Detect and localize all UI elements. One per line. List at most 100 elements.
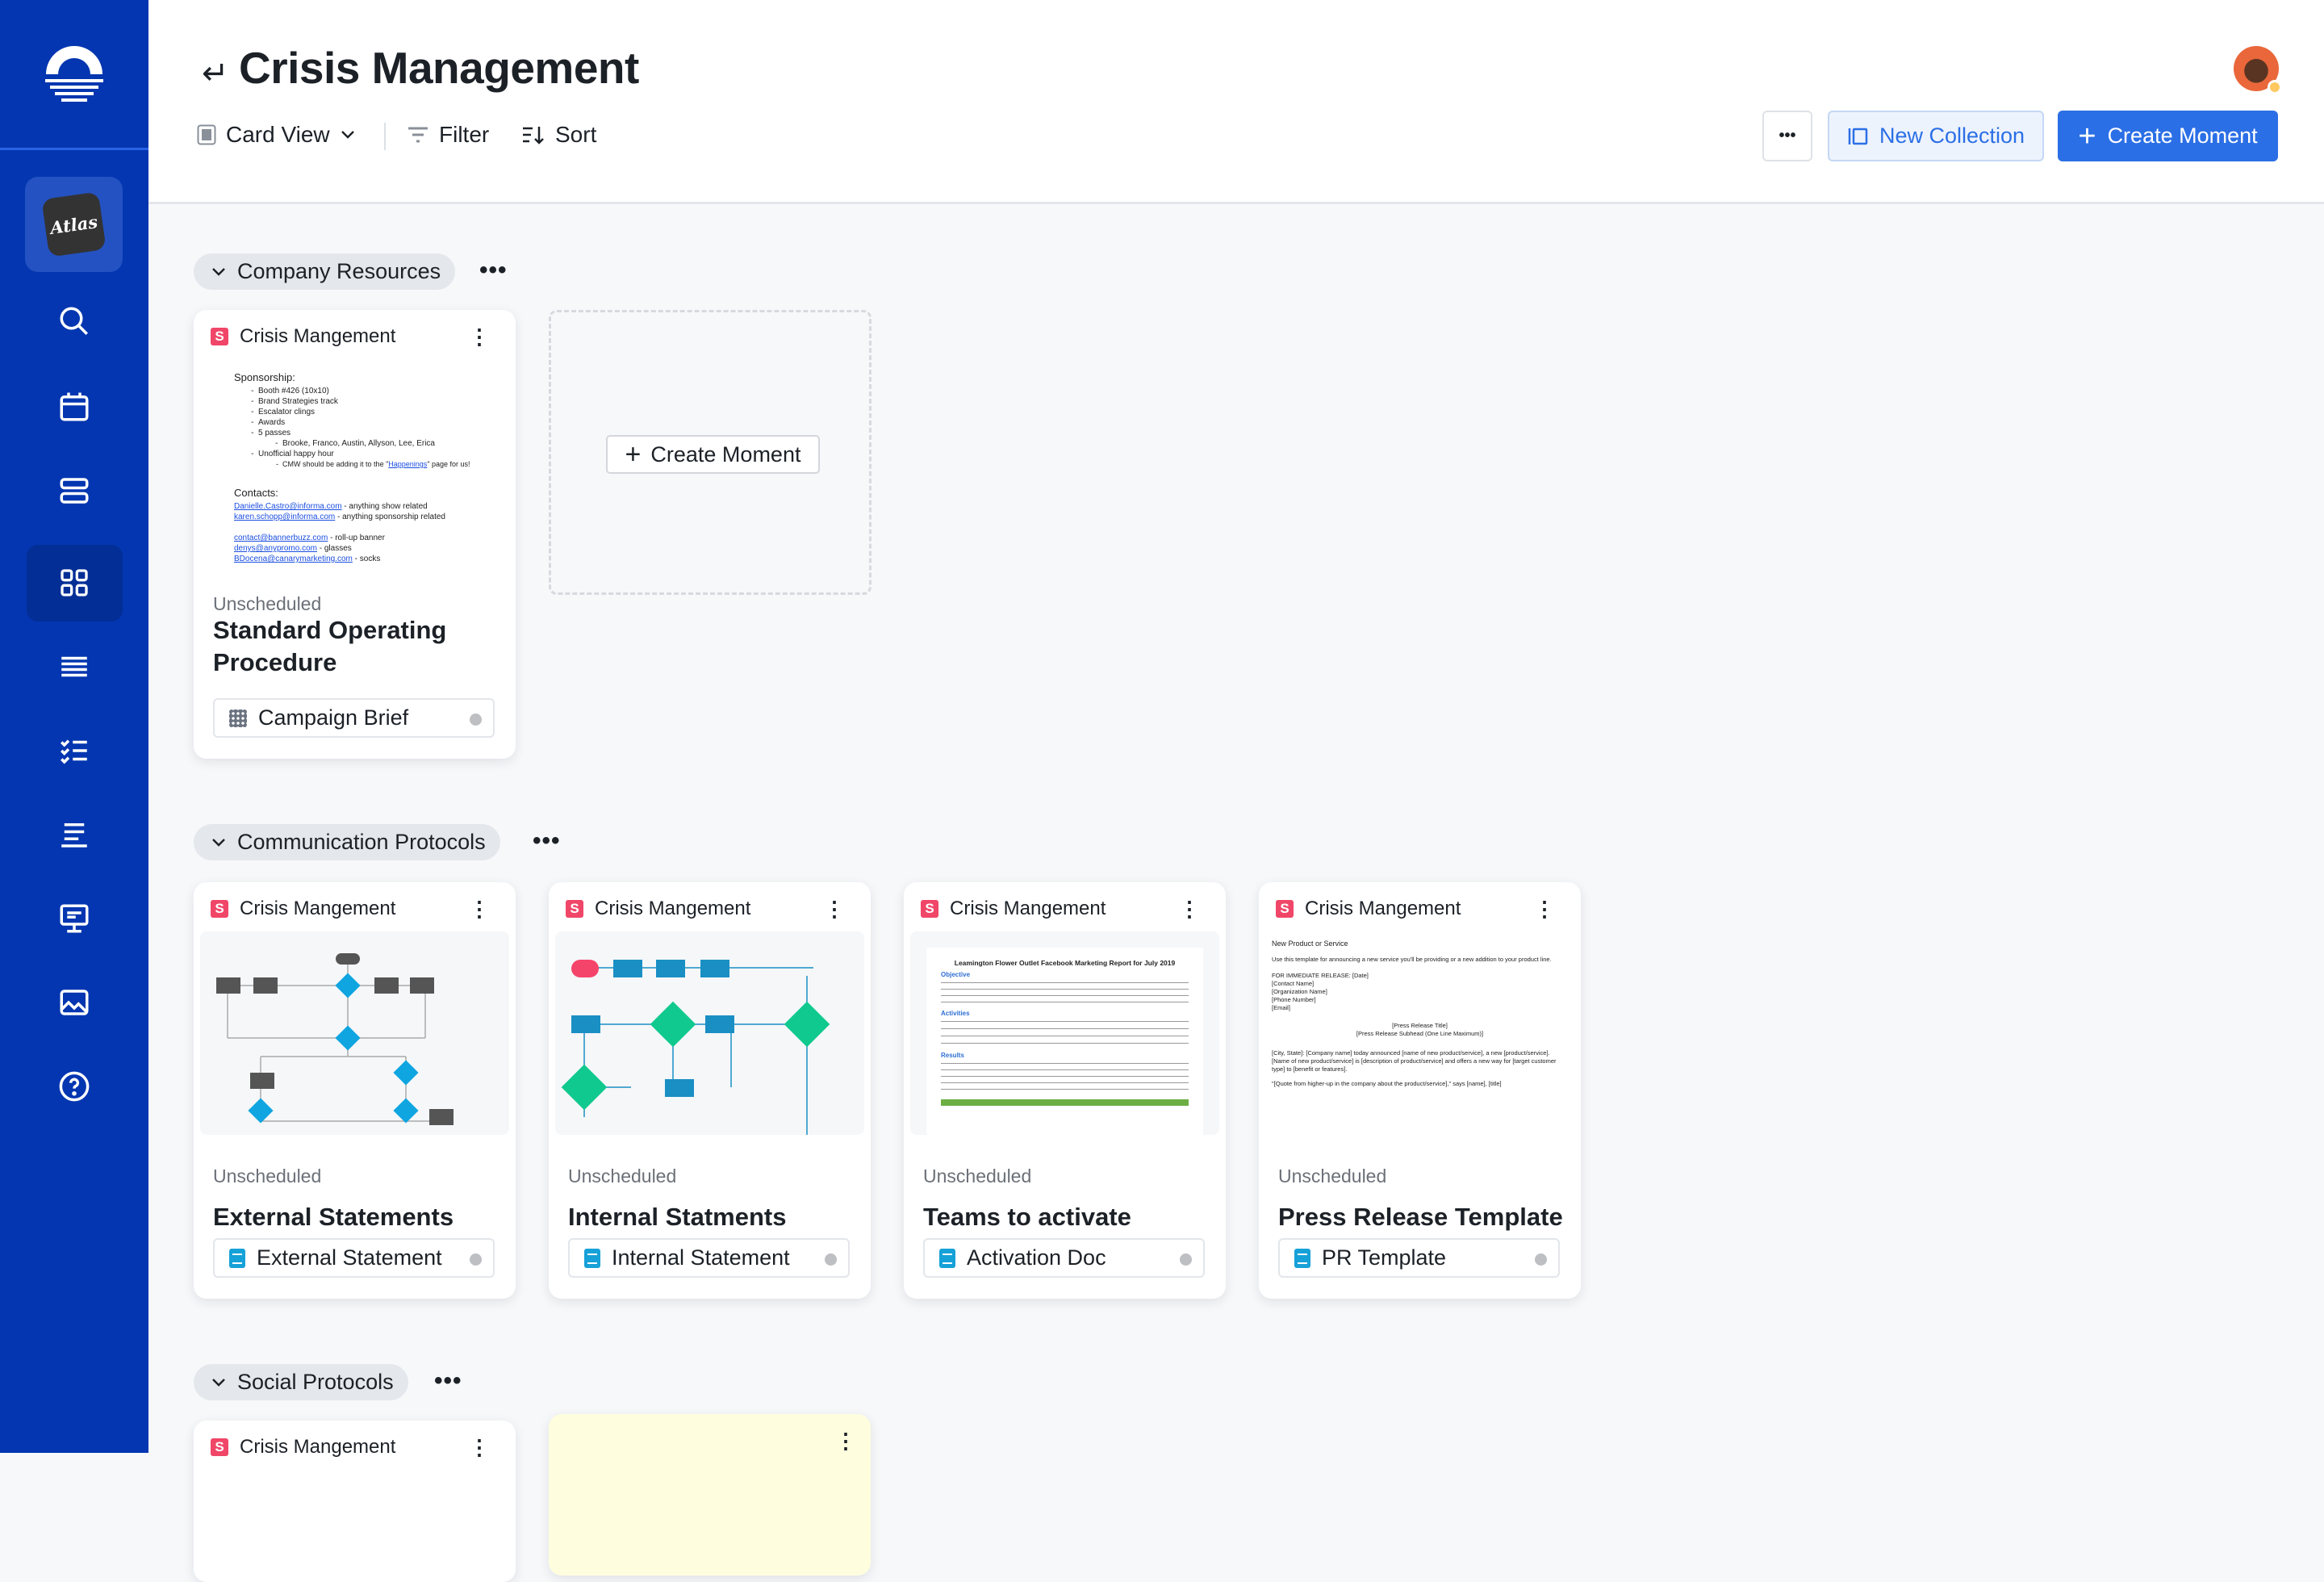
contact-email: Danielle.Castro@informa.com bbox=[234, 502, 342, 511]
document-icon bbox=[584, 1248, 600, 1268]
plus-icon: + bbox=[625, 439, 642, 470]
preview-link: Happenings bbox=[388, 460, 428, 468]
preview-contacts: Danielle.Castro@informa.com - anything s… bbox=[234, 501, 509, 564]
source-badge: S bbox=[1276, 900, 1294, 918]
status-dot bbox=[825, 1253, 837, 1266]
sidebar-item-timeline[interactable] bbox=[50, 642, 98, 691]
preview-table-header bbox=[941, 1099, 1189, 1106]
sidebar-item-media[interactable] bbox=[50, 978, 98, 1027]
kebab-menu-icon[interactable]: ⋮ bbox=[1179, 897, 1200, 921]
list-icon bbox=[61, 823, 87, 848]
preview-line: [Press Release Title] bbox=[1392, 1022, 1448, 1029]
filter-icon bbox=[408, 127, 428, 143]
sidebar-item-help[interactable] bbox=[50, 1062, 98, 1111]
kebab-menu-icon[interactable]: ⋮ bbox=[469, 1435, 490, 1459]
preview-section: Activities bbox=[941, 1010, 970, 1017]
pr-preview: New Product or Service Use this template… bbox=[1265, 931, 1574, 1135]
preview-bullets: Booth #426 (10x10) Brand Strategies trac… bbox=[258, 386, 509, 470]
card-preview bbox=[200, 931, 509, 1135]
moment-card[interactable]: S Crisis Mangement ⋮ Leamington Flower O… bbox=[904, 882, 1226, 1299]
sidebar-item-checklist[interactable] bbox=[50, 726, 98, 775]
flow-process bbox=[700, 960, 729, 977]
document-icon bbox=[229, 1248, 245, 1268]
sunrise-logo[interactable] bbox=[42, 42, 107, 111]
preview-line: [Email] bbox=[1272, 1004, 1290, 1011]
kebab-menu-icon[interactable]: ⋮ bbox=[1534, 897, 1555, 921]
preview-line: "[Quote from higher-up in the company ab… bbox=[1272, 1080, 1502, 1087]
user-avatar[interactable] bbox=[2234, 46, 2282, 94]
kebab-menu-icon[interactable]: ⋮ bbox=[469, 324, 490, 349]
chip-label: Campaign Brief bbox=[258, 705, 409, 730]
contact-email: contact@bannerbuzz.com bbox=[234, 534, 328, 542]
card-header: S Crisis Mangement ⋮ bbox=[921, 897, 1211, 921]
sidebar-item-stack[interactable] bbox=[50, 467, 98, 515]
new-collection-button[interactable]: New Collection bbox=[1828, 111, 2044, 161]
flow-process bbox=[571, 1015, 600, 1033]
kebab-menu-icon[interactable]: ⋮ bbox=[824, 897, 845, 921]
create-moment-inline-button[interactable]: + Create Moment bbox=[606, 435, 820, 474]
sidebar-item-collections[interactable] bbox=[50, 559, 98, 607]
filter-button[interactable]: Filter bbox=[407, 119, 489, 151]
note-card[interactable]: ⋮ bbox=[549, 1414, 871, 1576]
flow-process bbox=[613, 960, 642, 977]
page-title: Crisis Management bbox=[239, 43, 639, 93]
contact-note: - socks bbox=[352, 555, 381, 563]
source-badge: S bbox=[211, 328, 228, 345]
preview-heading: New Product or Service bbox=[1272, 940, 1348, 948]
card-view-dropdown[interactable]: Card View bbox=[197, 119, 356, 151]
source-badge: S bbox=[921, 900, 938, 918]
section-toggle-social-protocols[interactable]: Social Protocols bbox=[194, 1364, 408, 1400]
sidebar: Atlas bbox=[0, 0, 148, 1453]
sidebar-item-calendar[interactable] bbox=[50, 383, 98, 431]
card-status: Unscheduled bbox=[1278, 1166, 1387, 1186]
preview-text-lines bbox=[941, 978, 1189, 1007]
new-collection-label: New Collection bbox=[1879, 123, 2025, 148]
moment-card[interactable]: S Crisis Mangement ⋮ Unscheduled Interna… bbox=[549, 882, 871, 1299]
kebab-menu-icon[interactable]: ⋮ bbox=[835, 1429, 856, 1453]
create-moment-button[interactable]: + Create Moment bbox=[2058, 111, 2278, 161]
preview-line: Awards bbox=[258, 417, 509, 428]
more-options-button[interactable]: ••• bbox=[1762, 111, 1812, 161]
status-dot bbox=[470, 1253, 482, 1266]
back-icon[interactable]: ↵ bbox=[202, 55, 229, 92]
card-header: S Crisis Mangement ⋮ bbox=[1276, 897, 1566, 921]
source-badge: S bbox=[566, 900, 583, 918]
sort-button[interactable]: Sort bbox=[521, 119, 596, 151]
card-header: S Crisis Mangement ⋮ bbox=[211, 324, 501, 349]
linked-doc-chip[interactable]: Campaign Brief bbox=[213, 698, 495, 738]
contact-email: BDocena@canarymarketing.com bbox=[234, 555, 353, 563]
card-preview: Sponsorship: Booth #426 (10x10) Brand St… bbox=[200, 359, 509, 593]
moment-card[interactable]: S Crisis Mangement ⋮ Sponsorship: Booth … bbox=[194, 310, 516, 759]
linked-doc-chip[interactable]: External Statement bbox=[213, 1238, 495, 1278]
moment-card[interactable]: S Crisis Mangement ⋮ New Product or Serv… bbox=[1259, 882, 1581, 1299]
sidebar-item-list[interactable] bbox=[50, 810, 98, 859]
image-icon bbox=[60, 990, 89, 1015]
card-status: Unscheduled bbox=[923, 1166, 1032, 1186]
sidebar-item-presentation[interactable] bbox=[50, 894, 98, 943]
preview-text-lines bbox=[941, 1017, 1189, 1049]
flow-process bbox=[705, 1015, 734, 1033]
moment-card[interactable]: S Crisis Mangement ⋮ bbox=[194, 1421, 516, 1582]
flow-start bbox=[571, 960, 599, 977]
card-source: Crisis Mangement bbox=[240, 898, 396, 919]
preview-heading: Leamington Flower Outlet Facebook Market… bbox=[954, 959, 1176, 967]
flow-decision bbox=[784, 1001, 830, 1048]
linked-doc-chip[interactable]: PR Template bbox=[1278, 1238, 1560, 1278]
checklist-icon bbox=[61, 739, 87, 764]
kebab-menu-icon[interactable]: ⋮ bbox=[469, 897, 490, 921]
linked-doc-chip[interactable]: Activation Doc bbox=[923, 1238, 1205, 1278]
search-icon bbox=[60, 307, 88, 335]
contact-note: - glasses bbox=[316, 544, 352, 553]
section-toggle-communication-protocols[interactable]: Communication Protocols bbox=[194, 824, 500, 860]
linked-doc-chip[interactable]: Internal Statement bbox=[568, 1238, 850, 1278]
section-more-button[interactable]: ••• bbox=[434, 1367, 462, 1395]
workspace-switcher[interactable]: Atlas bbox=[25, 177, 123, 272]
section-more-button[interactable]: ••• bbox=[479, 257, 508, 284]
preview-heading: Sponsorship: bbox=[234, 371, 295, 383]
section-toggle-company-resources[interactable]: Company Resources bbox=[194, 253, 456, 290]
sidebar-item-search[interactable] bbox=[50, 297, 98, 345]
section-more-button[interactable]: ••• bbox=[533, 827, 561, 855]
moment-card[interactable]: S Crisis Mangement ⋮ Unscheduled Externa… bbox=[194, 882, 516, 1299]
help-icon bbox=[59, 1071, 90, 1102]
flowchart-preview bbox=[561, 960, 830, 1135]
